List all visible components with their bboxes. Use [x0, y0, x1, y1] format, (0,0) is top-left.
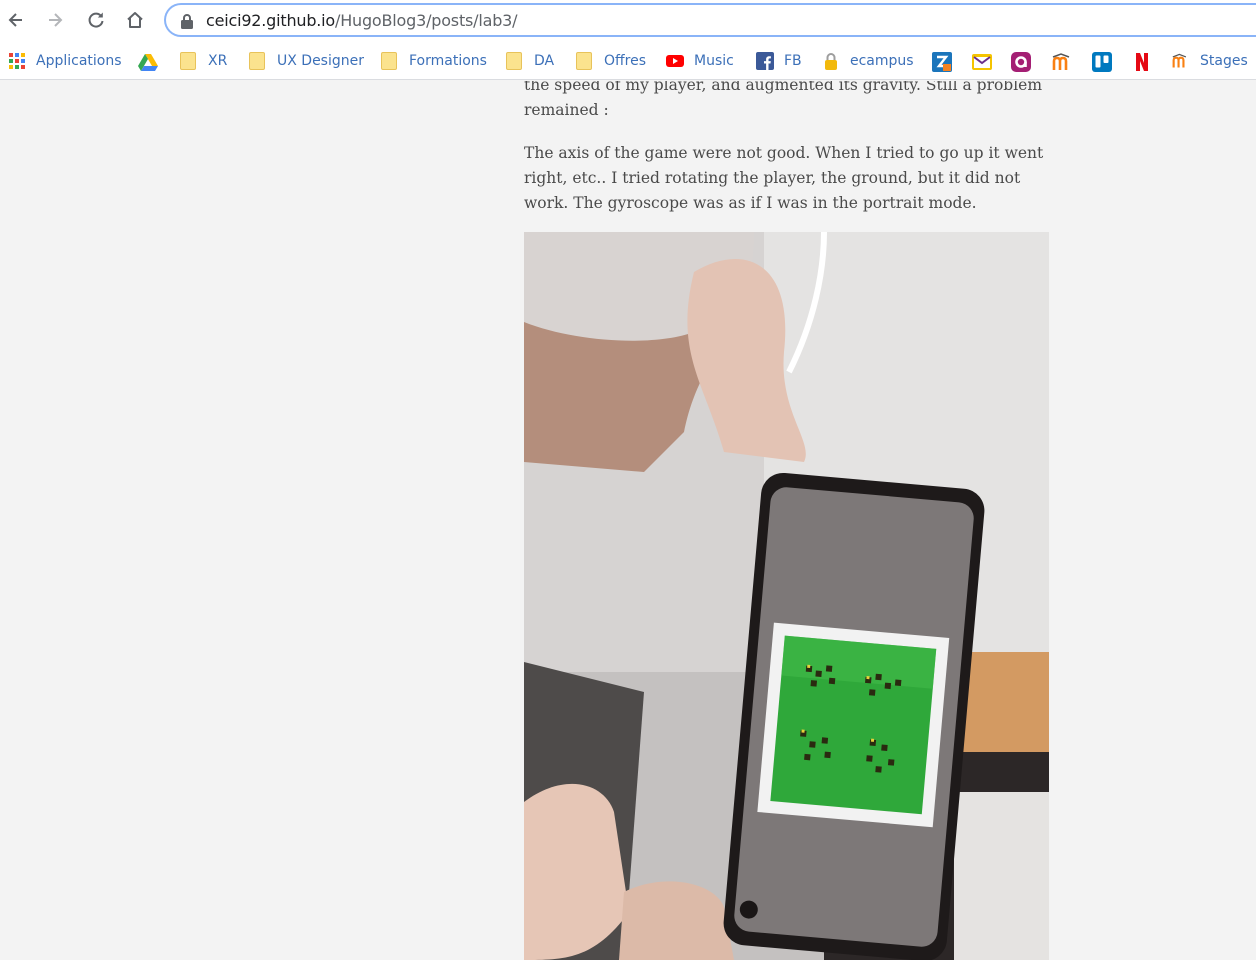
- url-path: /HugoBlog3/posts/lab3/: [335, 11, 518, 30]
- url-text: ceici92.github.io/HugoBlog3/posts/lab3/: [206, 11, 518, 30]
- folder-icon: [180, 52, 196, 70]
- phone-ar-game-photo: [524, 232, 1049, 960]
- bookmark-mail[interactable]: [971, 51, 993, 73]
- article-image: [524, 232, 1049, 960]
- lock-icon: [825, 53, 837, 70]
- facebook-icon: [756, 52, 774, 70]
- folder-icon: [576, 52, 592, 70]
- bookmark-stages[interactable]: Stages: [1172, 50, 1248, 72]
- bookmark-label: ecampus: [850, 53, 914, 69]
- home-icon: [127, 12, 143, 28]
- bookmark-ux-designer[interactable]: UX Designer: [249, 50, 364, 72]
- folder-icon: [249, 52, 265, 70]
- reload-icon: [88, 12, 104, 28]
- mail-icon: [972, 54, 992, 70]
- back-button[interactable]: [2, 6, 30, 34]
- moodle-icon: [1052, 53, 1070, 70]
- bookmark-label: Formations: [409, 53, 487, 69]
- bookmark-moodle[interactable]: [1052, 51, 1074, 73]
- bookmark-label: Music: [694, 53, 734, 69]
- trello-icon: [1092, 52, 1112, 72]
- google-drive-icon: [138, 54, 158, 71]
- bookmark-label: UX Designer: [277, 53, 364, 69]
- bookmark-google-drive[interactable]: [137, 51, 159, 73]
- lock-icon: [181, 14, 193, 29]
- article-paragraph: The axis of the game were not good. When…: [524, 144, 1044, 212]
- bookmark-offres[interactable]: Offres: [576, 50, 646, 72]
- moodle-icon: [1172, 53, 1187, 68]
- forward-arrow-icon: [49, 13, 63, 27]
- forward-button[interactable]: [41, 6, 69, 34]
- youtube-icon: [666, 55, 684, 67]
- folder-icon: [381, 52, 397, 70]
- bookmark-label: XR: [208, 53, 228, 69]
- bookmarks-bar: Applications XR UX Designer Formations D…: [0, 42, 1256, 80]
- bookmark-label: Stages: [1200, 53, 1248, 69]
- bookmark-label: DA: [534, 53, 555, 69]
- bookmark-applications[interactable]: Applications: [8, 50, 122, 72]
- reload-button[interactable]: [82, 6, 110, 34]
- apps-grid-icon: [9, 53, 25, 69]
- bookmark-formations[interactable]: Formations: [381, 50, 487, 72]
- bookmark-label: FB: [784, 53, 802, 69]
- netflix-icon: [1136, 53, 1148, 71]
- zimbra-icon: [932, 52, 952, 72]
- bookmark-label: Applications: [36, 53, 122, 69]
- bookmark-da[interactable]: DA: [506, 50, 554, 72]
- bookmark-label: Offres: [604, 53, 647, 69]
- home-button[interactable]: [121, 6, 149, 34]
- browser-toolbar: ceici92.github.io/HugoBlog3/posts/lab3/: [0, 0, 1256, 42]
- bookmark-zimbra[interactable]: [931, 51, 953, 73]
- bookmark-ecampus[interactable]: ecampus: [822, 50, 914, 72]
- bookmark-fb[interactable]: FB: [756, 50, 802, 72]
- folder-icon: [506, 52, 522, 70]
- bookmark-music[interactable]: Music: [666, 50, 734, 72]
- back-arrow-icon: [8, 13, 22, 27]
- url-host: ceici92.github.io: [206, 11, 336, 30]
- address-bar[interactable]: ceici92.github.io/HugoBlog3/posts/lab3/: [164, 3, 1256, 37]
- article-paragraph: the speed of my player, and augmented it…: [524, 81, 1043, 119]
- bookmark-xr[interactable]: XR: [180, 50, 227, 72]
- bookmark-trello[interactable]: [1091, 51, 1113, 73]
- bookmark-app-purple[interactable]: [1010, 51, 1032, 73]
- page-content: the speed of my player, and augmented it…: [0, 81, 1256, 960]
- bookmark-netflix[interactable]: [1131, 51, 1153, 73]
- app-purple-icon: [1011, 52, 1031, 72]
